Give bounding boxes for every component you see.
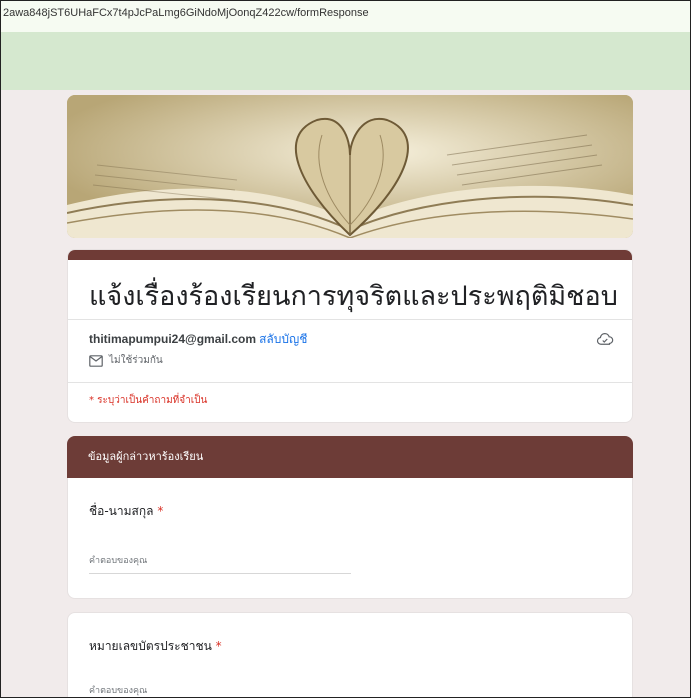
required-star: * xyxy=(157,504,164,518)
answer-input-id[interactable]: คำตอบของคุณ xyxy=(89,683,351,697)
not-shared-label: ไม่ใช้ร่วมกัน xyxy=(109,355,163,366)
browser-frame: 2awa848jST6UHaFCx7t4pJcPaLmg6GiNdoMjOonq… xyxy=(0,0,691,698)
required-note: * ระบุว่าเป็นคำถามที่จำเป็น xyxy=(89,395,208,406)
section-header: ข้อมูลผู้กล่าวหาร้องเรียน xyxy=(67,436,633,478)
divider xyxy=(68,382,632,383)
switch-account-link[interactable]: สลับบัญชี xyxy=(259,332,307,346)
not-shared-row: ไม่ใช้ร่วมกัน xyxy=(89,353,163,368)
form-header-card: แจ้งเรื่องร้องเรียนการทุจริตและประพฤติมิ… xyxy=(67,249,633,423)
question-card-name: ชื่อ-นามสกุล * คำตอบของคุณ xyxy=(67,478,633,599)
question-label: หมายเลขบัตรประชาชน * xyxy=(89,637,222,656)
question-label-text: หมายเลขบัตรประชาชน xyxy=(89,639,212,653)
required-star: * xyxy=(215,639,222,653)
question-label: ชื่อ-นามสกุล * xyxy=(89,502,163,521)
question-card-id: หมายเลขบัตรประชาชน * คำตอบของคุณ xyxy=(67,612,633,697)
question-label-text: ชื่อ-นามสกุล xyxy=(89,504,154,518)
cloud-check-icon[interactable] xyxy=(596,330,614,348)
header-band xyxy=(1,32,690,90)
account-email: thitimapumpui24@gmail.com xyxy=(89,332,257,346)
form-banner-image xyxy=(67,95,633,238)
address-bar[interactable]: 2awa848jST6UHaFCx7t4pJcPaLmg6GiNdoMjOonq… xyxy=(1,1,690,33)
theme-stripe xyxy=(68,250,632,260)
open-book-heart-image xyxy=(67,95,633,238)
divider xyxy=(68,319,632,320)
mail-icon xyxy=(89,354,103,367)
form-title: แจ้งเรื่องร้องเรียนการทุจริตและประพฤติมิ… xyxy=(89,281,618,312)
answer-input-name[interactable]: คำตอบของคุณ xyxy=(89,553,351,574)
account-row: thitimapumpui24@gmail.com สลับบัญชี xyxy=(89,330,307,349)
